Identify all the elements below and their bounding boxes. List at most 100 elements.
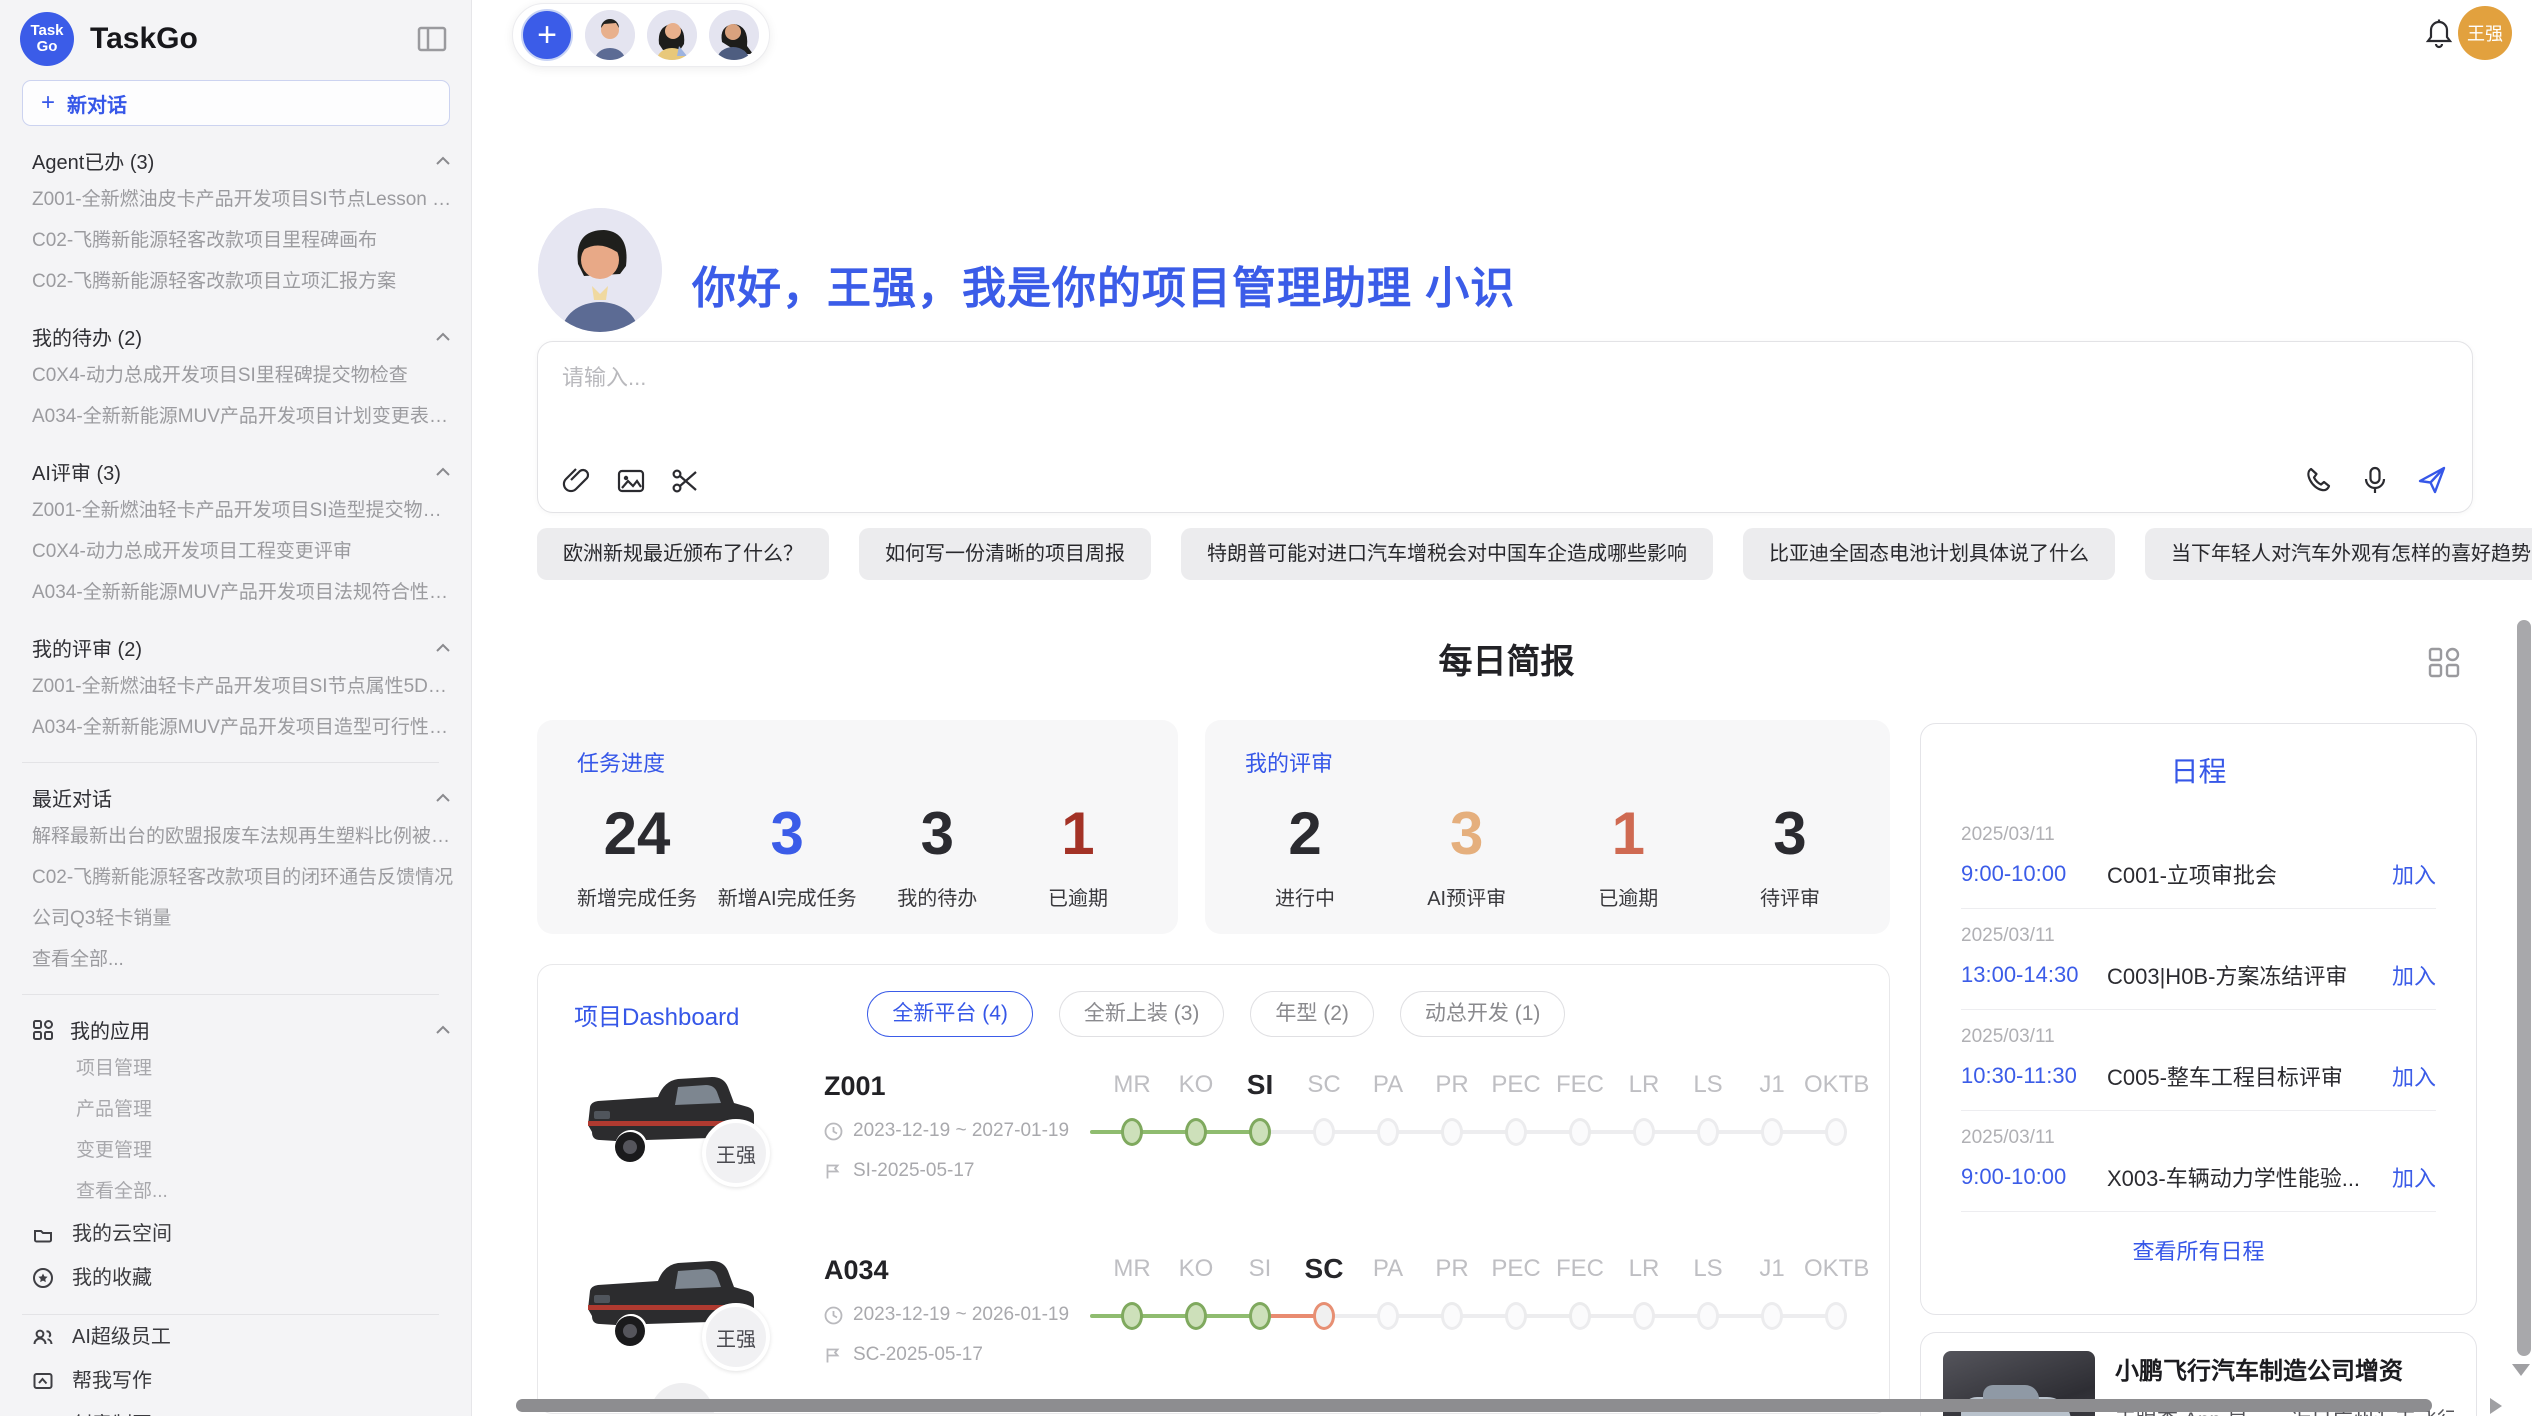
agent-avatar-3[interactable] (709, 10, 759, 60)
sidebar-item-help-write[interactable]: 帮我写作 (32, 1359, 457, 1403)
news-title: 小鹏飞行汽车制造公司增资 (2115, 1351, 2454, 1386)
chat-input[interactable] (562, 360, 2442, 460)
daily-briefing-title: 每日简报 (537, 634, 2476, 683)
flag-icon (824, 1162, 843, 1181)
milestone-label-current: SC (1292, 1249, 1356, 1289)
milestone-label: MR (1100, 1065, 1164, 1105)
sidebar-item[interactable]: C0X4-动力总成开发项目工程变更评审 (32, 531, 457, 572)
recent-chats-view-all[interactable]: 查看全部... (32, 939, 457, 980)
greeting-text: 你好，王强，我是你的项目管理助理 小识 (692, 252, 1515, 316)
milestone-label: J1 (1740, 1065, 1804, 1105)
image-icon[interactable] (616, 466, 646, 496)
recent-chat-item[interactable]: 公司Q3轻卡销量 (32, 898, 457, 939)
scroll-down-arrow[interactable] (2512, 1364, 2530, 1376)
dashboard-tabs: 全新平台 (4) 全新上装 (3) 年型 (2) 动总开发 (1) (867, 991, 1565, 1037)
star-circle-icon (32, 1267, 54, 1289)
app-item-product-mgmt[interactable]: 产品管理 (32, 1089, 457, 1130)
agent-avatar-1[interactable] (585, 10, 635, 60)
stat-value: 24 (577, 802, 697, 866)
agent-avatar-2[interactable] (647, 10, 697, 60)
sidebar-item[interactable]: A034-全新新能源MUV产品开发项目造型可行性评审 (32, 707, 457, 748)
section-header-my-apps[interactable]: 我的应用 (32, 1015, 451, 1044)
flag-icon (824, 1346, 843, 1365)
schedule-time: 9:00-10:00 (1961, 1164, 2107, 1190)
milestone-label: OKTB (1804, 1065, 1868, 1105)
microphone-icon[interactable] (2360, 465, 2390, 495)
app-item-project-mgmt[interactable]: 项目管理 (32, 1048, 457, 1089)
milestone-node-future (1825, 1302, 1847, 1330)
clock-icon (824, 1306, 843, 1325)
attachment-icon[interactable] (562, 466, 592, 496)
layout-grid-icon[interactable] (2424, 642, 2464, 682)
new-chat-button[interactable]: + 新对话 (22, 80, 450, 126)
user-avatar[interactable]: 王强 (2458, 6, 2512, 60)
cloud-icon (32, 1223, 54, 1245)
sidebar-item-ai-employee[interactable]: AI超级员工 (32, 1315, 457, 1359)
sidebar-item-creative-draw[interactable]: 创意制图 (32, 1403, 457, 1416)
sidebar-item-favorites[interactable]: 我的收藏 (32, 1256, 457, 1300)
section-header-agent-done[interactable]: Agent已办 (3) (32, 146, 451, 175)
join-link[interactable]: 加入 (2392, 858, 2436, 890)
section-header-ai-review[interactable]: AI评审 (3) (32, 457, 451, 486)
schedule-item: 2025/03/11 9:00-10:00 C001-立项审批会 加入 (1961, 808, 2436, 909)
section-header-my-review[interactable]: 我的评审 (2) (32, 633, 451, 662)
task-progress-title: 任务进度 (577, 746, 1138, 778)
apps-view-all[interactable]: 查看全部... (32, 1171, 457, 1212)
phone-call-icon[interactable] (2304, 465, 2334, 495)
milestone-label: KO (1164, 1249, 1228, 1289)
app-logo: Task Go (20, 12, 74, 66)
schedule-title: 日程 (1961, 750, 2436, 790)
tab-powertrain[interactable]: 动总开发 (1) (1400, 991, 1566, 1037)
sidebar-item[interactable]: Z001-全新燃油皮卡产品开发项目SI节点Lesson Learn报告 (32, 179, 457, 220)
sidebar-collapse-icon[interactable] (415, 24, 449, 54)
suggestion-chip[interactable]: 当下年轻人对汽车外观有怎样的喜好趋势 (2145, 528, 2532, 580)
view-all-schedule-link[interactable]: 查看所有日程 (1961, 1234, 2436, 1266)
suggestion-chip[interactable]: 欧洲新规最近颁布了什么？ (537, 528, 829, 580)
join-link[interactable]: 加入 (2392, 1161, 2436, 1193)
recent-chat-item[interactable]: 解释最新出台的欧盟报废车法规再生塑料比例被调至15%... (32, 816, 457, 857)
suggestion-chip[interactable]: 比亚迪全固态电池计划具体说了什么 (1743, 528, 2115, 580)
sidebar-item[interactable]: Z001-全新燃油轻卡产品开发项目SI节点属性5D文件评审 (32, 666, 457, 707)
writing-icon (32, 1370, 54, 1392)
join-link[interactable]: 加入 (2392, 1060, 2436, 1092)
scroll-right-arrow[interactable] (2490, 1398, 2502, 1414)
stat-value: 3 (1730, 802, 1850, 866)
milestone-label: PEC (1484, 1249, 1548, 1289)
sidebar-item[interactable]: C02-飞腾新能源轻客改款项目里程碑画布 (32, 220, 457, 261)
sidebar-item[interactable]: A034-全新新能源MUV产品开发项目计划变更表编写 (32, 396, 457, 437)
section-title: Agent已办 (3) (32, 146, 154, 175)
tab-new-platform[interactable]: 全新平台 (4) (867, 991, 1033, 1037)
sidebar-item[interactable]: C02-飞腾新能源轻客改款项目立项汇报方案 (32, 261, 457, 302)
horizontal-scrollbar[interactable] (516, 1399, 2432, 1412)
app-item-change-mgmt[interactable]: 变更管理 (32, 1130, 457, 1171)
milestone-label: LR (1612, 1065, 1676, 1105)
scissors-icon[interactable] (670, 466, 700, 496)
sidebar-item[interactable]: C0X4-动力总成开发项目SI里程碑提交物检查 (32, 355, 457, 396)
sidebar-item-cloud-space[interactable]: 我的云空间 (32, 1212, 457, 1256)
join-link[interactable]: 加入 (2392, 959, 2436, 991)
tab-year-model[interactable]: 年型 (2) (1250, 991, 1374, 1037)
suggestion-chip[interactable]: 特朗普可能对进口汽车增税会对中国车企造成哪些影响 (1181, 528, 1713, 580)
section-header-my-todo[interactable]: 我的待办 (2) (32, 322, 451, 351)
send-icon[interactable] (2416, 464, 2448, 496)
project-code: A034 (824, 1255, 1100, 1286)
vertical-scrollbar[interactable] (2517, 620, 2531, 1356)
schedule-meeting-title: C003|H0B-方案冻结评审 (2107, 959, 2392, 991)
sidebar-item[interactable]: A034-全新新能源MUV产品开发项目法规符合性评审 (32, 572, 457, 613)
project-row-z001[interactable]: 王强 Z001 2023-12-19 ~ 2027-01-19 SI-2025-… (538, 1063, 1889, 1221)
section-header-recent-chats[interactable]: 最近对话 (32, 783, 451, 812)
recent-chat-item[interactable]: C02-飞腾新能源轻客改款项目的闭环通告反馈情况 (32, 857, 457, 898)
milestone-node-future (1825, 1118, 1847, 1146)
milestone-label: KO (1164, 1065, 1228, 1105)
add-agent-button[interactable]: + (521, 9, 573, 61)
my-review-card: 我的评审 2 进行中 3 AI预评审 1 已逾期 3 待评审 (1205, 720, 1890, 934)
notification-bell-icon[interactable] (2424, 18, 2454, 50)
sidebar-item[interactable]: Z001-全新燃油轻卡产品开发项目SI造型提交物评审 (32, 490, 457, 531)
milestone-label: SC (1292, 1065, 1356, 1105)
stat-in-progress: 2 进行中 (1245, 802, 1365, 911)
suggestion-chip[interactable]: 如何写一份清晰的项目周报 (859, 528, 1151, 580)
milestone-node-done (1121, 1302, 1143, 1330)
stat-value: 3 (1407, 802, 1527, 866)
tab-new-body[interactable]: 全新上装 (3) (1059, 991, 1225, 1037)
project-row-a034[interactable]: 王强 A034 2023-12-19 ~ 2026-01-19 SC-2025-… (538, 1247, 1889, 1405)
